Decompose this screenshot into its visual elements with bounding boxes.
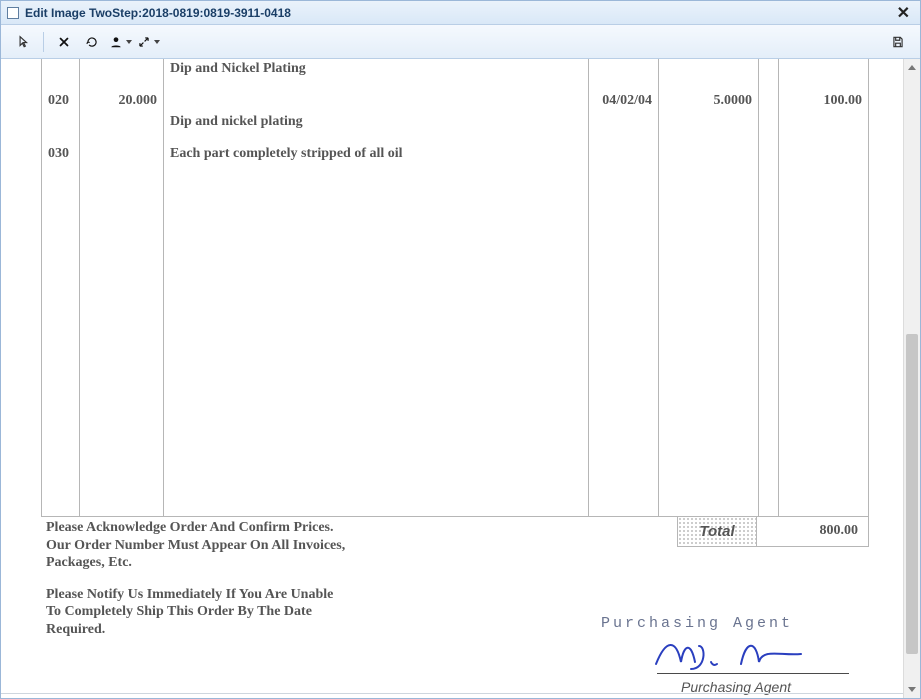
cell-desc: Dip and Nickel Plating — [164, 59, 589, 79]
order-lines-table: Dip and Nickel Plating 020 20.000 04/02/… — [41, 59, 869, 517]
chevron-up-icon — [908, 65, 916, 70]
save-icon — [891, 35, 905, 49]
scroll-down-button[interactable] — [904, 681, 920, 698]
pointer-icon — [16, 35, 30, 49]
expand-menu-button[interactable] — [134, 29, 162, 55]
table-row: Dip and nickel plating — [42, 112, 869, 132]
cell-ext — [779, 165, 869, 517]
cell-desc — [164, 79, 589, 112]
expand-icon — [137, 35, 151, 49]
footer-notice-1: Please Acknowledge Order And Confirm Pri… — [46, 519, 346, 572]
refresh-icon — [85, 35, 99, 49]
cell-price — [659, 165, 759, 517]
cell-qty: 20.000 — [80, 79, 164, 112]
cell-line: 020 — [42, 79, 80, 112]
scroll-up-button[interactable] — [904, 59, 920, 76]
toolbar — [1, 25, 920, 59]
cell-line — [42, 112, 80, 132]
cell-qty — [80, 112, 164, 132]
chevron-down-icon — [154, 40, 160, 44]
cell-date — [589, 165, 659, 517]
cell-blank — [759, 132, 779, 165]
pointer-tool-button[interactable] — [9, 29, 37, 55]
refresh-button[interactable] — [78, 29, 106, 55]
cell-ext — [779, 112, 869, 132]
cell-blank — [759, 59, 779, 79]
total-label: Total — [677, 517, 757, 547]
user-menu-button[interactable] — [106, 29, 134, 55]
table-row: Dip and Nickel Plating — [42, 59, 869, 79]
cell-line — [42, 165, 80, 517]
cell-qty — [80, 132, 164, 165]
cell-ext — [779, 132, 869, 165]
scrollbar-thumb[interactable] — [906, 334, 918, 654]
footer-notice-2: Please Notify Us Immediately If You Are … — [46, 586, 346, 639]
close-icon — [57, 35, 71, 49]
vertical-scrollbar[interactable] — [903, 59, 920, 698]
total-value: 800.00 — [757, 517, 869, 547]
cell-date — [589, 132, 659, 165]
document-pane[interactable]: Dip and Nickel Plating 020 20.000 04/02/… — [1, 59, 903, 698]
cell-blank — [759, 112, 779, 132]
toolbar-separator — [43, 32, 44, 52]
document-page: Dip and Nickel Plating 020 20.000 04/02/… — [21, 59, 891, 698]
table-row: 020 20.000 04/02/04 5.0000 100.00 — [42, 79, 869, 112]
chevron-down-icon — [126, 40, 132, 44]
content-area: Dip and Nickel Plating 020 20.000 04/02/… — [1, 59, 920, 698]
cell-qty — [80, 165, 164, 517]
window-close-button[interactable]: ✕ — [893, 3, 914, 23]
signature-image — [651, 634, 811, 674]
table-row-spacer — [42, 165, 869, 517]
cell-ext — [779, 59, 869, 79]
cell-price — [659, 112, 759, 132]
cell-desc: Dip and nickel plating — [164, 112, 589, 132]
cell-blank — [759, 165, 779, 517]
cell-desc: Each part completely stripped of all oil — [164, 132, 589, 165]
cell-desc — [164, 165, 589, 517]
pane-bottom-rule — [1, 693, 903, 694]
window-titlebar: Edit Image TwoStep:2018-0819:0819-3911-0… — [1, 1, 920, 25]
cell-line: 030 — [42, 132, 80, 165]
cell-blank — [759, 79, 779, 112]
edit-image-window: Edit Image TwoStep:2018-0819:0819-3911-0… — [0, 0, 921, 699]
save-button[interactable] — [884, 29, 912, 55]
footer-notices: Please Acknowledge Order And Confirm Pri… — [46, 519, 346, 638]
chevron-down-icon — [908, 687, 916, 692]
cell-price — [659, 132, 759, 165]
cell-line — [42, 59, 80, 79]
cell-date — [589, 112, 659, 132]
signature-line — [657, 673, 849, 674]
cell-qty — [80, 59, 164, 79]
table-row: 030 Each part completely stripped of all… — [42, 132, 869, 165]
window-icon — [7, 7, 19, 19]
window-title: Edit Image TwoStep:2018-0819:0819-3911-0… — [25, 6, 893, 20]
signature-title-typed: Purchasing Agent — [601, 615, 793, 632]
cell-date: 04/02/04 — [589, 79, 659, 112]
cell-price — [659, 59, 759, 79]
cell-date — [589, 59, 659, 79]
user-icon — [109, 35, 123, 49]
cell-ext: 100.00 — [779, 79, 869, 112]
cell-price: 5.0000 — [659, 79, 759, 112]
cancel-button[interactable] — [50, 29, 78, 55]
